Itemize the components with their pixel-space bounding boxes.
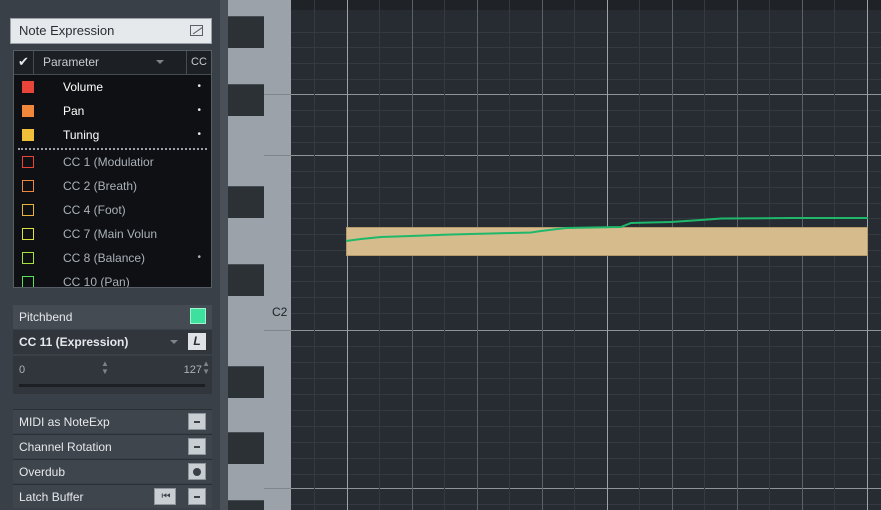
key-separator bbox=[264, 155, 291, 156]
param-row-cc10[interactable]: CC 10 (Pan) bbox=[14, 270, 211, 288]
range-max-value[interactable]: 127 bbox=[184, 364, 202, 376]
color-swatch bbox=[22, 252, 34, 264]
color-swatch bbox=[22, 129, 34, 141]
panel-divider[interactable] bbox=[220, 0, 228, 510]
color-swatch bbox=[22, 81, 34, 93]
piano-keyboard[interactable]: C2 bbox=[228, 0, 291, 510]
color-swatch bbox=[22, 204, 34, 216]
param-row-cc2[interactable]: CC 2 (Breath) bbox=[14, 174, 211, 198]
note-editor-grid[interactable] bbox=[291, 0, 881, 510]
learn-button[interactable]: L bbox=[188, 333, 206, 350]
param-label: CC 10 (Pan) bbox=[63, 275, 130, 288]
cc-selector-label: CC 11 (Expression) bbox=[19, 335, 129, 349]
parameter-column-header[interactable]: Parameter bbox=[34, 51, 187, 74]
key-separator bbox=[264, 488, 291, 489]
section-title: Note Expression bbox=[19, 23, 115, 38]
rewind-button[interactable]: ⏮ bbox=[154, 488, 176, 505]
parameter-header-label: Parameter bbox=[43, 55, 100, 69]
parameter-list: ✔ Parameter CC Volume • Pan • Tuning • C… bbox=[13, 50, 212, 288]
option-label: MIDI as NoteExp bbox=[19, 415, 110, 429]
range-min-spinner-icon[interactable]: ▲ ▼ bbox=[101, 360, 109, 376]
color-swatch bbox=[22, 228, 34, 240]
param-row-pan[interactable]: Pan • bbox=[14, 99, 211, 123]
param-row-cc7[interactable]: CC 7 (Main Volun bbox=[14, 222, 211, 246]
range-max-spinner-icon[interactable]: ▲ ▼ bbox=[202, 360, 210, 376]
note-expression-header[interactable]: Note Expression bbox=[10, 18, 212, 44]
pitchbend-color-toggle[interactable] bbox=[190, 308, 206, 324]
color-swatch bbox=[22, 156, 34, 168]
note-expression-inspector: Note Expression ✔ Parameter CC Volume • … bbox=[0, 0, 220, 510]
key-separator bbox=[264, 94, 291, 95]
color-swatch bbox=[22, 276, 34, 287]
active-dot: • bbox=[197, 105, 201, 116]
color-swatch bbox=[22, 180, 34, 192]
black-key[interactable] bbox=[228, 264, 264, 296]
param-row-tuning[interactable]: Tuning • bbox=[14, 123, 211, 147]
param-row-volume[interactable]: Volume • bbox=[14, 75, 211, 99]
cc-column-header[interactable]: CC bbox=[187, 51, 211, 74]
cc-selector[interactable]: CC 11 (Expression) L bbox=[13, 330, 212, 354]
param-label: CC 7 (Main Volun bbox=[63, 227, 158, 241]
key-separator bbox=[264, 330, 291, 331]
param-label: Tuning bbox=[63, 128, 100, 142]
option-channel-rotation[interactable]: Channel Rotation bbox=[13, 434, 212, 458]
expression-curve-line bbox=[345, 217, 868, 242]
record-toggle-button[interactable] bbox=[188, 463, 206, 480]
black-key[interactable] bbox=[228, 84, 264, 116]
active-dot: • bbox=[197, 252, 201, 263]
black-key[interactable] bbox=[228, 186, 264, 218]
parameter-list-header: ✔ Parameter CC bbox=[14, 51, 211, 75]
black-key[interactable] bbox=[228, 432, 264, 464]
black-key[interactable] bbox=[228, 500, 264, 510]
param-row-cc1[interactable]: CC 1 (Modulatior bbox=[14, 150, 211, 174]
param-row-cc4[interactable]: CC 4 (Foot) bbox=[14, 198, 211, 222]
color-swatch bbox=[22, 105, 34, 117]
pitchbend-label: Pitchbend bbox=[19, 310, 73, 324]
range-control[interactable]: 0 ▲ ▼ 127 ▲ ▼ bbox=[13, 356, 212, 394]
toggle-button[interactable] bbox=[188, 438, 206, 455]
option-label: Overdub bbox=[19, 465, 66, 479]
param-row-cc8[interactable]: CC 8 (Balance) • bbox=[14, 246, 211, 270]
black-key[interactable] bbox=[228, 16, 264, 48]
key-label-c2: C2 bbox=[272, 305, 288, 319]
option-label: Channel Rotation bbox=[19, 440, 112, 454]
chevron-down-icon[interactable] bbox=[156, 60, 164, 64]
param-label: Volume bbox=[63, 80, 104, 94]
chevron-down-icon[interactable] bbox=[170, 340, 178, 344]
param-label: CC 2 (Breath) bbox=[63, 179, 138, 193]
black-key[interactable] bbox=[228, 366, 264, 398]
option-latch-buffer[interactable]: Latch Buffer ⏮ bbox=[13, 484, 212, 508]
option-label: Latch Buffer bbox=[19, 490, 84, 504]
param-label: Pan bbox=[63, 104, 85, 118]
param-label: CC 8 (Balance) bbox=[63, 251, 146, 265]
option-overdub[interactable]: Overdub bbox=[13, 459, 212, 483]
note-expression-curve[interactable] bbox=[291, 0, 881, 510]
option-midi-as-noteexp[interactable]: MIDI as NoteExp bbox=[13, 409, 212, 433]
active-dot: • bbox=[197, 81, 201, 92]
param-label: CC 4 (Foot) bbox=[63, 203, 126, 217]
check-column-header[interactable]: ✔ bbox=[14, 51, 34, 74]
range-min-value[interactable]: 0 bbox=[19, 364, 25, 376]
pitchbend-row[interactable]: Pitchbend bbox=[13, 305, 212, 329]
active-dot: • bbox=[197, 129, 201, 140]
toggle-button[interactable] bbox=[188, 413, 206, 430]
param-label: CC 1 (Modulatior bbox=[63, 155, 154, 169]
collapse-icon[interactable] bbox=[190, 25, 203, 36]
range-slider-track[interactable] bbox=[19, 384, 205, 387]
toggle-button[interactable] bbox=[188, 488, 206, 505]
